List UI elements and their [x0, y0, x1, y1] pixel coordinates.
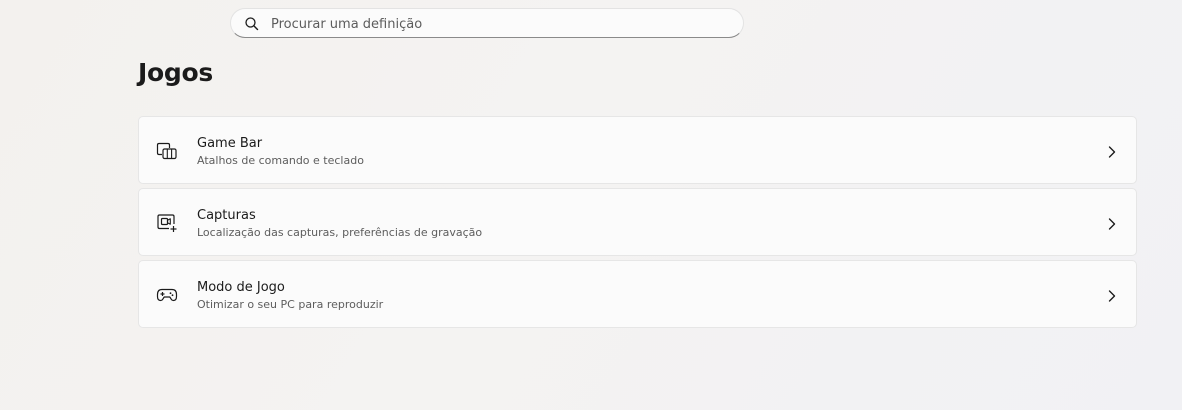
card-description: Atalhos de comando e teclado: [197, 154, 364, 167]
card-description: Localização das capturas, preferências d…: [197, 226, 483, 239]
search-input[interactable]: [271, 13, 731, 35]
chevron-right-icon: [1106, 288, 1118, 302]
game-mode-icon: [156, 285, 178, 305]
card-game-mode[interactable]: Modo de Jogo Otimizar o seu PC para repr…: [138, 260, 1137, 328]
card-captures[interactable]: Capturas Localização das capturas, prefe…: [138, 188, 1137, 256]
chevron-right-icon: [1106, 216, 1118, 230]
card-description: Otimizar o seu PC para reproduzir: [197, 298, 384, 311]
page-title: Jogos: [138, 58, 213, 87]
search-icon: [244, 16, 260, 32]
chevron-right-icon: [1106, 144, 1118, 158]
captures-icon: [156, 213, 178, 233]
search-box[interactable]: [230, 8, 744, 38]
card-game-bar[interactable]: Game Bar Atalhos de comando e teclado: [138, 116, 1137, 184]
game-bar-icon: [156, 141, 178, 161]
card-title: Game Bar: [197, 136, 263, 151]
card-title: Capturas: [197, 208, 256, 223]
card-title: Modo de Jogo: [197, 280, 285, 295]
